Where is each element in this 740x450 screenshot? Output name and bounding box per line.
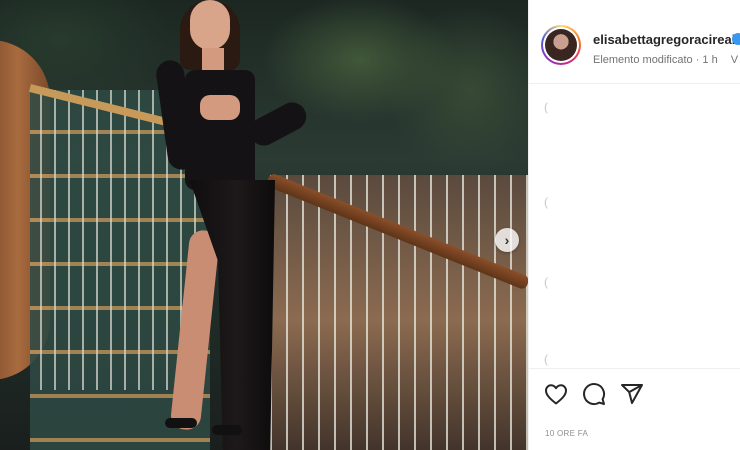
post-header: elisabettagregoracireal Elemento modific… — [529, 0, 740, 84]
edited-status: Elemento modificato · 1 h — [593, 54, 718, 66]
comment-placeholder: ( — [544, 275, 548, 289]
avatar-image — [545, 29, 577, 61]
post-timestamp: 10 ORE FA — [545, 429, 589, 438]
post-photo[interactable]: › — [0, 0, 528, 450]
comment-placeholder: ( — [544, 352, 548, 366]
username-link[interactable]: elisabettagregoracireal — [593, 32, 735, 47]
more-link[interactable]: V — [731, 54, 738, 66]
chevron-right-icon[interactable]: › — [495, 228, 519, 252]
avatar[interactable] — [541, 25, 581, 65]
photo-subject — [154, 0, 312, 450]
comment-placeholder: ( — [544, 100, 548, 114]
verified-badge-icon — [732, 33, 740, 45]
heart-icon[interactable] — [543, 381, 569, 407]
post-subtitle: Elemento modificato · 1 h V — [593, 54, 738, 66]
post-side-panel: elisabettagregoracireal Elemento modific… — [528, 0, 740, 450]
post-actions: 10 ORE FA — [529, 368, 740, 450]
comment-icon[interactable] — [581, 381, 607, 407]
comment-placeholder: ( — [544, 195, 548, 209]
share-icon[interactable] — [619, 381, 645, 407]
